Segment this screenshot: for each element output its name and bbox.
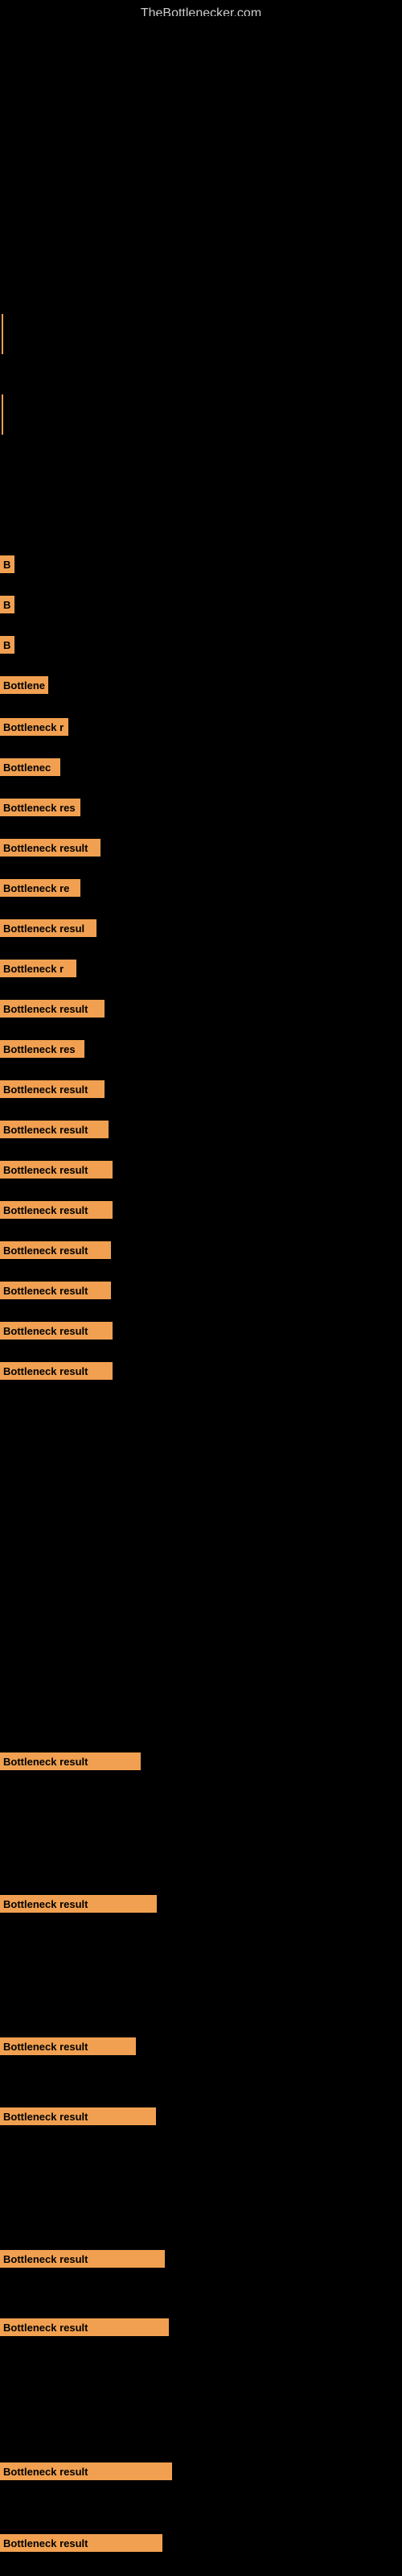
bottleneck-bar: Bottleneck result <box>0 1895 157 1913</box>
bottleneck-bar: Bottleneck result <box>0 1362 113 1380</box>
bottleneck-bar: Bottleneck result <box>0 1121 109 1138</box>
bottleneck-bar: Bottleneck result <box>0 1161 113 1179</box>
bottleneck-bar: B <box>0 596 14 613</box>
bottleneck-bar: Bottleneck result <box>0 2107 156 2125</box>
bottleneck-bar: Bottleneck r <box>0 960 76 977</box>
bottleneck-bar: Bottleneck result <box>0 2037 136 2055</box>
bottleneck-bar: Bottleneck result <box>0 1752 141 1770</box>
bottleneck-bar: Bottleneck result <box>0 2534 162 2552</box>
bottleneck-bar: B <box>0 555 14 573</box>
bottleneck-bar: B <box>0 636 14 654</box>
chart-area <box>0 16 402 547</box>
vline-2 <box>2 394 3 435</box>
bottleneck-bar: Bottlene <box>0 676 48 694</box>
bottleneck-bar: Bottleneck result <box>0 1282 111 1299</box>
bottleneck-bar: Bottleneck resul <box>0 919 96 937</box>
bottleneck-bar: Bottleneck r <box>0 718 68 736</box>
bottleneck-bar: Bottleneck result <box>0 1322 113 1340</box>
bottleneck-bar: Bottleneck re <box>0 879 80 897</box>
bottleneck-bar: Bottleneck result <box>0 2462 172 2480</box>
bottleneck-bar: Bottleneck result <box>0 2318 169 2336</box>
vline-1 <box>2 314 3 354</box>
bottleneck-bar: Bottleneck result <box>0 1000 105 1018</box>
bottleneck-bar: Bottleneck result <box>0 2250 165 2268</box>
bottleneck-bar: Bottleneck res <box>0 799 80 816</box>
bottleneck-bar: Bottleneck res <box>0 1040 84 1058</box>
page-wrapper: TheBottlenecker.com BBBBottleneBottlenec… <box>0 0 402 2576</box>
bottleneck-bar: Bottleneck result <box>0 1080 105 1098</box>
bottleneck-bar: Bottleneck result <box>0 1201 113 1219</box>
bottleneck-bar: Bottleneck result <box>0 1241 111 1259</box>
bottleneck-bar: Bottlenec <box>0 758 60 776</box>
bottleneck-bar: Bottleneck result <box>0 839 100 857</box>
